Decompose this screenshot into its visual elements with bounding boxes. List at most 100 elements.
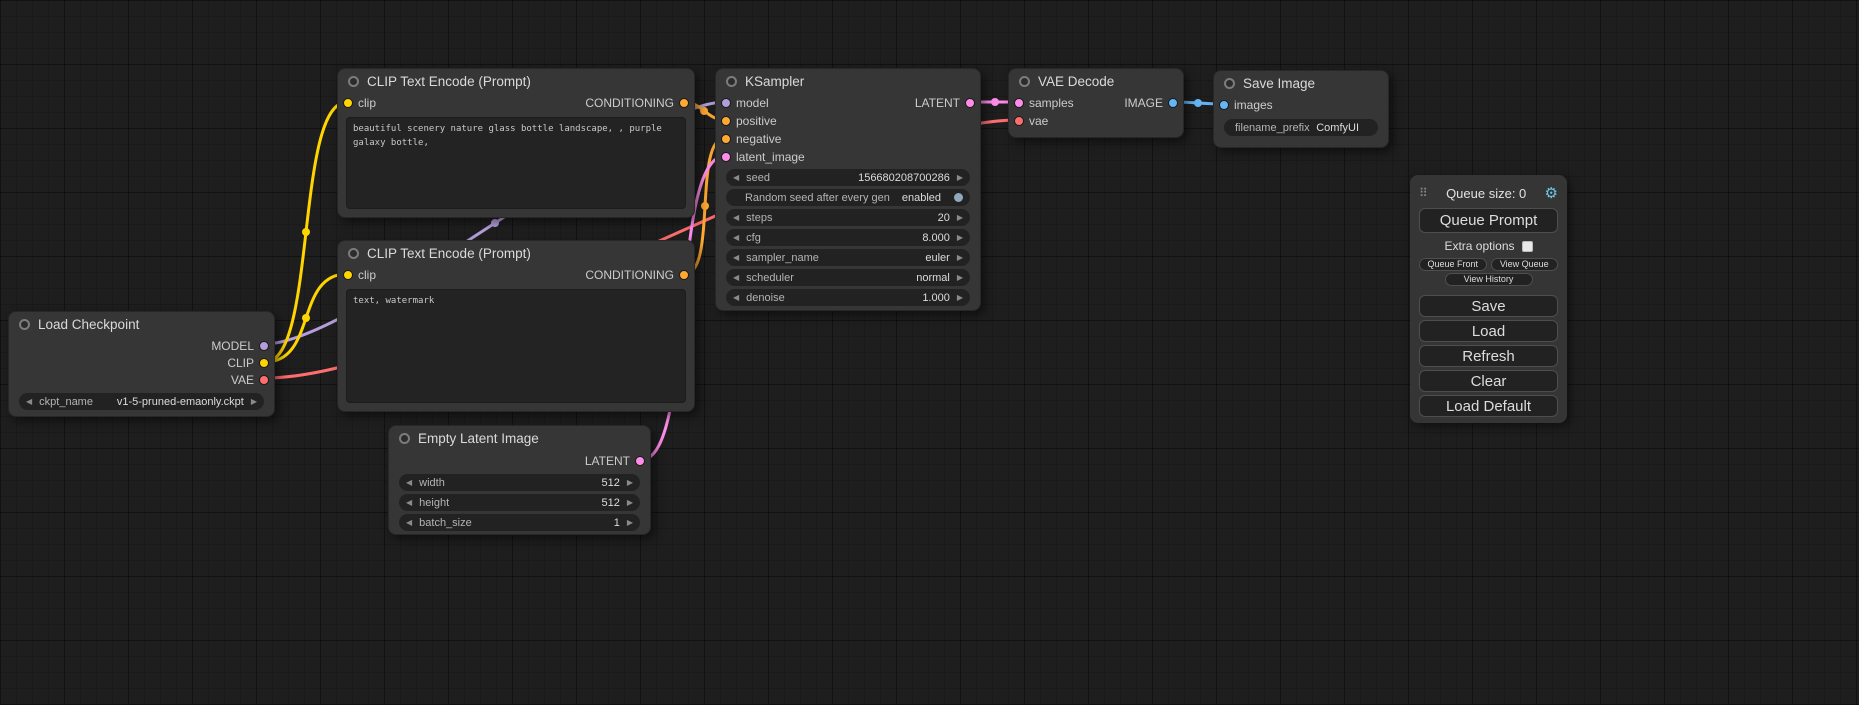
toggle-icon[interactable] bbox=[954, 193, 963, 202]
collapse-dot-icon[interactable] bbox=[1224, 78, 1235, 89]
extra-options-checkbox[interactable] bbox=[1522, 241, 1533, 252]
decrement-icon[interactable]: ◀ bbox=[733, 294, 739, 302]
view-queue-button[interactable]: View Queue bbox=[1491, 258, 1559, 271]
drag-handle-icon[interactable]: ⠿ bbox=[1419, 186, 1428, 200]
decrement-icon[interactable]: ◀ bbox=[733, 234, 739, 242]
decrement-icon[interactable]: ◀ bbox=[733, 214, 739, 222]
output-dot-image[interactable] bbox=[1168, 98, 1178, 108]
cfg-widget[interactable]: ◀ cfg 8.000 ▶ bbox=[726, 229, 970, 246]
node-clip-text-encode-negative[interactable]: CLIP Text Encode (Prompt) clip CONDITION… bbox=[337, 240, 695, 412]
queue-front-button[interactable]: Queue Front bbox=[1419, 258, 1487, 271]
output-dot-latent[interactable] bbox=[635, 456, 645, 466]
collapse-dot-icon[interactable] bbox=[19, 319, 30, 330]
refresh-button[interactable]: Refresh bbox=[1419, 345, 1558, 367]
denoise-widget[interactable]: ◀ denoise 1.000 ▶ bbox=[726, 289, 970, 306]
settings-gear-icon[interactable]: ⚙ bbox=[1545, 184, 1558, 202]
collapse-dot-icon[interactable] bbox=[348, 248, 359, 259]
save-button[interactable]: Save bbox=[1419, 295, 1558, 317]
collapse-dot-icon[interactable] bbox=[348, 76, 359, 87]
increment-icon[interactable]: ▶ bbox=[627, 499, 633, 507]
load-default-button[interactable]: Load Default bbox=[1419, 395, 1558, 417]
prev-value-icon[interactable]: ◀ bbox=[733, 254, 739, 262]
next-value-icon[interactable]: ▶ bbox=[957, 254, 963, 262]
node-empty-latent-image[interactable]: Empty Latent Image LATENT ◀ width 512 ▶ … bbox=[388, 425, 651, 535]
batch-size-widget[interactable]: ◀ batch_size 1 ▶ bbox=[399, 514, 640, 531]
node-title-bar[interactable]: KSampler bbox=[716, 69, 980, 94]
collapse-dot-icon[interactable] bbox=[1019, 76, 1030, 87]
filename-prefix-widget[interactable]: filename_prefix ComfyUI bbox=[1224, 119, 1378, 136]
node-title-bar[interactable]: Save Image bbox=[1214, 71, 1388, 96]
node-clip-text-encode-positive[interactable]: CLIP Text Encode (Prompt) clip CONDITION… bbox=[337, 68, 695, 218]
seed-widget[interactable]: ◀ seed 156680208700286 ▶ bbox=[726, 169, 970, 186]
decrement-icon[interactable]: ◀ bbox=[406, 479, 412, 487]
slot-row: model LATENT bbox=[716, 94, 980, 112]
prev-value-icon[interactable]: ◀ bbox=[26, 398, 32, 406]
input-label-clip: clip bbox=[358, 268, 376, 282]
view-history-button[interactable]: View History bbox=[1445, 273, 1533, 286]
increment-icon[interactable]: ▶ bbox=[957, 214, 963, 222]
queue-prompt-button[interactable]: Queue Prompt bbox=[1419, 208, 1558, 233]
collapse-dot-icon[interactable] bbox=[726, 76, 737, 87]
node-ksampler[interactable]: KSampler model LATENT positive negative … bbox=[715, 68, 981, 311]
decrement-icon[interactable]: ◀ bbox=[406, 499, 412, 507]
output-dot-conditioning[interactable] bbox=[679, 270, 689, 280]
node-title-bar[interactable]: Empty Latent Image bbox=[389, 426, 650, 451]
scheduler-widget[interactable]: ◀ scheduler normal ▶ bbox=[726, 269, 970, 286]
input-label-images: images bbox=[1234, 98, 1273, 112]
collapse-dot-icon[interactable] bbox=[399, 433, 410, 444]
control-after-generate-widget[interactable]: Random seed after every gen enabled bbox=[726, 189, 970, 206]
node-title: Load Checkpoint bbox=[38, 317, 139, 332]
output-dot-clip[interactable] bbox=[259, 358, 269, 368]
output-dot-vae[interactable] bbox=[259, 375, 269, 385]
increment-icon[interactable]: ▶ bbox=[627, 479, 633, 487]
ckpt-name-widget[interactable]: ◀ ckpt_name v1-5-pruned-emaonly.ckpt ▶ bbox=[19, 393, 264, 410]
node-title-bar[interactable]: CLIP Text Encode (Prompt) bbox=[338, 241, 694, 266]
slot-row: samples IMAGE bbox=[1009, 94, 1183, 112]
width-widget[interactable]: ◀ width 512 ▶ bbox=[399, 474, 640, 491]
clear-button[interactable]: Clear bbox=[1419, 370, 1558, 392]
node-vae-decode[interactable]: VAE Decode samples IMAGE vae bbox=[1008, 68, 1184, 138]
input-dot-samples[interactable] bbox=[1014, 98, 1024, 108]
node-title-bar[interactable]: VAE Decode bbox=[1009, 69, 1183, 94]
increment-icon[interactable]: ▶ bbox=[627, 519, 633, 527]
next-value-icon[interactable]: ▶ bbox=[957, 274, 963, 282]
slot-row: negative bbox=[716, 130, 980, 148]
node-save-image[interactable]: Save Image images filename_prefix ComfyU… bbox=[1213, 70, 1389, 148]
input-label-vae: vae bbox=[1029, 114, 1048, 128]
decrement-icon[interactable]: ◀ bbox=[733, 174, 739, 182]
input-dot-images[interactable] bbox=[1219, 100, 1229, 110]
prev-value-icon[interactable]: ◀ bbox=[733, 274, 739, 282]
load-button[interactable]: Load bbox=[1419, 320, 1558, 342]
node-title-bar[interactable]: Load Checkpoint bbox=[9, 312, 274, 337]
input-dot-model[interactable] bbox=[721, 98, 731, 108]
increment-icon[interactable]: ▶ bbox=[957, 234, 963, 242]
input-dot-clip[interactable] bbox=[343, 98, 353, 108]
height-widget[interactable]: ◀ height 512 ▶ bbox=[399, 494, 640, 511]
input-dot-positive[interactable] bbox=[721, 116, 731, 126]
input-dot-latent-image[interactable] bbox=[721, 152, 731, 162]
output-dot-conditioning[interactable] bbox=[679, 98, 689, 108]
input-label-negative: negative bbox=[736, 132, 781, 146]
increment-icon[interactable]: ▶ bbox=[957, 174, 963, 182]
wire-midpoint-clip-negative bbox=[302, 314, 310, 322]
output-label-image: IMAGE bbox=[1124, 96, 1163, 110]
widget-label: cfg bbox=[746, 232, 761, 244]
increment-icon[interactable]: ▶ bbox=[957, 294, 963, 302]
input-dot-negative[interactable] bbox=[721, 134, 731, 144]
output-slot-row: LATENT bbox=[389, 451, 650, 471]
node-load-checkpoint[interactable]: Load Checkpoint MODEL CLIP VAE ◀ ckpt_na… bbox=[8, 311, 275, 417]
decrement-icon[interactable]: ◀ bbox=[406, 519, 412, 527]
negative-prompt-textarea[interactable]: text, watermark bbox=[346, 289, 686, 403]
positive-prompt-textarea[interactable]: beautiful scenery nature glass bottle la… bbox=[346, 117, 686, 209]
wire-midpoint-image bbox=[1194, 99, 1202, 107]
steps-widget[interactable]: ◀ steps 20 ▶ bbox=[726, 209, 970, 226]
sampler-name-widget[interactable]: ◀ sampler_name euler ▶ bbox=[726, 249, 970, 266]
wire-midpoint-conditioning-negative bbox=[701, 202, 709, 210]
next-value-icon[interactable]: ▶ bbox=[251, 398, 257, 406]
slot-row: vae bbox=[1009, 112, 1183, 130]
output-dot-latent[interactable] bbox=[965, 98, 975, 108]
input-dot-vae[interactable] bbox=[1014, 116, 1024, 126]
output-dot-model[interactable] bbox=[259, 341, 269, 351]
input-dot-clip[interactable] bbox=[343, 270, 353, 280]
node-title-bar[interactable]: CLIP Text Encode (Prompt) bbox=[338, 69, 694, 94]
